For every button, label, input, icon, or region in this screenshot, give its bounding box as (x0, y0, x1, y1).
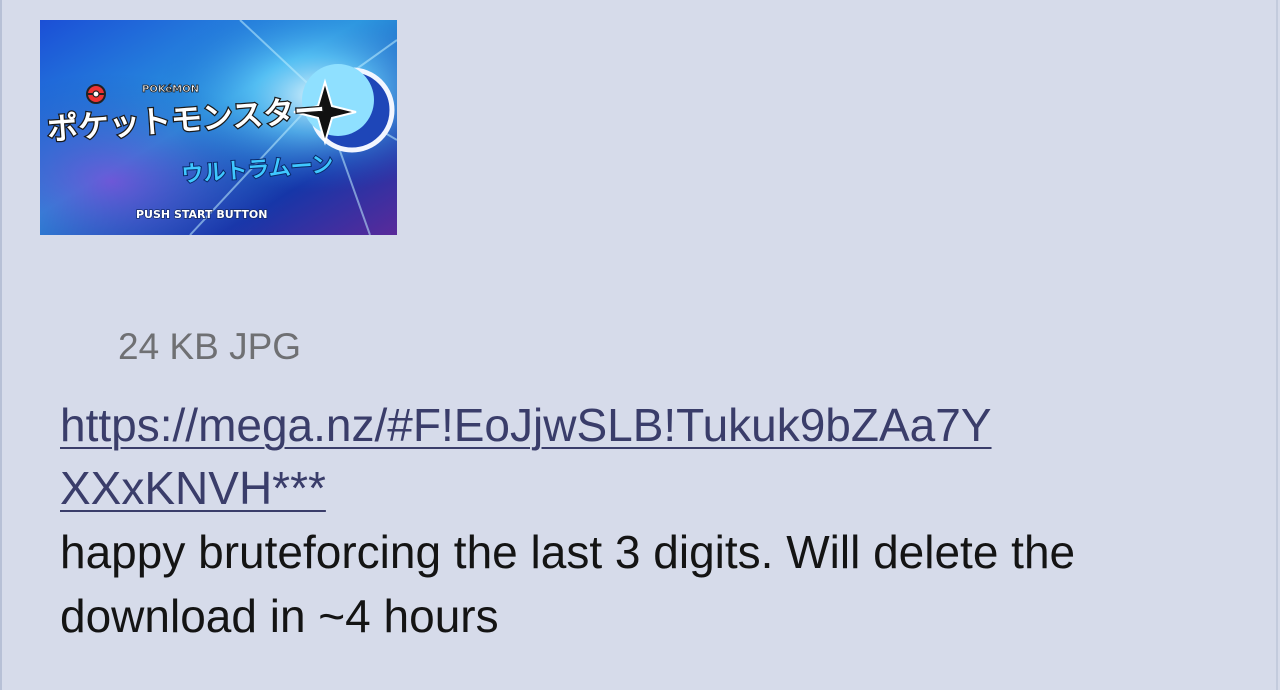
post-image-thumbnail[interactable]: POKéMON ポケットモンスター ウルトラムーン PUSH START BUT… (40, 20, 397, 235)
post-comment: happy bruteforcing the last 3 digits. Wi… (60, 526, 1076, 642)
mega-link[interactable]: https://mega.nz/#F!EoJjwSLB!Tukuk9bZAa7Y… (60, 394, 1000, 520)
svg-text:POKéMON: POKéMON (142, 83, 199, 95)
post-container: POKéMON ポケットモンスター ウルトラムーン PUSH START BUT… (0, 0, 1278, 690)
thumbnail-prompt-text: PUSH START BUTTON (136, 208, 267, 221)
file-info: 24 KB JPG (118, 326, 302, 367)
thumbnail-artwork: POKéMON ポケットモンスター ウルトラムーン PUSH START BUT… (40, 20, 397, 235)
